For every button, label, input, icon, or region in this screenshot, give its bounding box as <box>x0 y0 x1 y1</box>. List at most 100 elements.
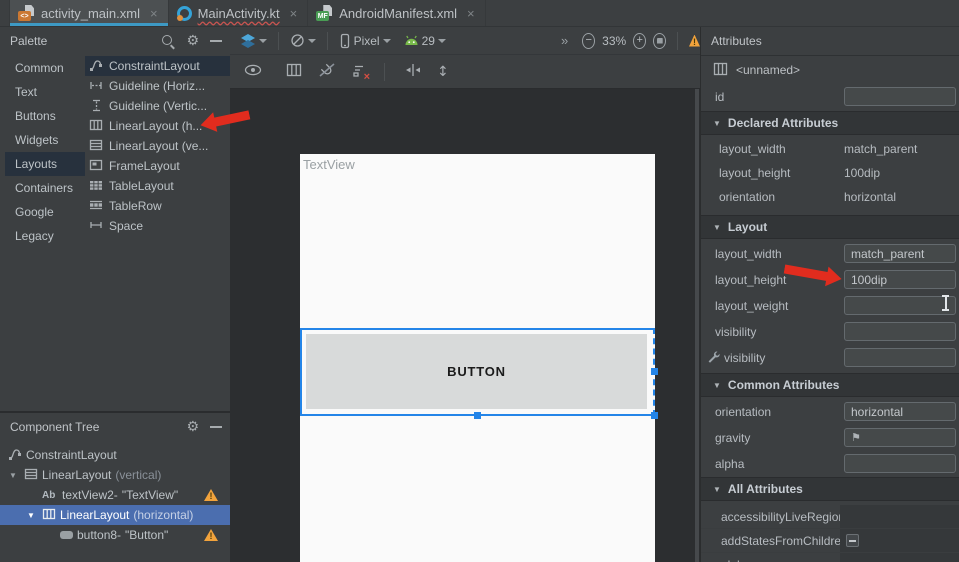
chevron-down-icon <box>438 39 446 43</box>
layout-weight-input[interactable] <box>844 296 956 315</box>
tree-node-linearlayout-horizontal[interactable]: ▼ LinearLayout(horizontal) <box>0 505 230 525</box>
attr-row: alpha <box>701 451 959 477</box>
tree-node-textview2[interactable]: Ab textView2- "TextView" ! <box>0 485 230 505</box>
palette-category-legacy[interactable]: Legacy <box>5 224 85 248</box>
api-selector[interactable]: 29 <box>404 34 446 48</box>
palette-item-space[interactable]: Space <box>85 216 230 236</box>
hide-panel-icon[interactable] <box>210 426 222 428</box>
close-icon[interactable]: × <box>290 6 298 21</box>
palette-category-widgets[interactable]: Widgets <box>5 128 85 152</box>
close-icon[interactable]: × <box>150 6 158 21</box>
attr-value[interactable]: 100dip <box>844 166 880 180</box>
chevron-expanded-icon[interactable]: ▼ <box>6 471 20 480</box>
section-declared-attributes[interactable]: ▼ Declared Attributes <box>701 111 959 135</box>
palette-category-text[interactable]: Text <box>5 80 85 104</box>
canvas-button[interactable]: BUTTON <box>306 334 647 409</box>
tools-visibility-input[interactable] <box>844 348 956 367</box>
palette-category-buttons[interactable]: Buttons <box>5 104 85 128</box>
view-options-eye-icon[interactable] <box>244 64 262 79</box>
device-label: Pixel <box>354 34 380 48</box>
attr-row: layout_width match_parent <box>701 137 959 161</box>
autoconnect-off-icon[interactable] <box>318 62 336 81</box>
section-layout[interactable]: ▼ Layout <box>701 215 959 239</box>
selected-linearlayout-bounds[interactable]: BUTTON <box>300 328 655 416</box>
alpha-value[interactable] <box>840 553 959 562</box>
orientation-columns-icon[interactable] <box>286 63 302 80</box>
close-icon[interactable]: × <box>467 6 475 21</box>
palette-item-tablelayout[interactable]: TableLayout <box>85 176 230 196</box>
warning-icon[interactable]: ! <box>204 489 218 501</box>
device-canvas[interactable]: TextView BUTTON <box>300 154 655 562</box>
gravity-input[interactable]: ⚑ <box>844 428 956 447</box>
palette-item-linearlayout-vertical[interactable]: LinearLayout (ve... <box>85 136 230 156</box>
design-toolbar: Pixel 29 » − 33% + ! <box>230 27 700 55</box>
expand-vertical-icon[interactable]: ↕ <box>437 64 449 80</box>
resize-handle-bottom-right[interactable] <box>651 412 658 419</box>
visibility-input[interactable] <box>844 322 956 341</box>
pack-horizontal-icon[interactable] <box>405 63 421 80</box>
resize-handle-bottom[interactable] <box>474 412 481 419</box>
orientation-input[interactable]: horizontal <box>844 402 956 421</box>
tab-androidmanifest-xml[interactable]: MF AndroidManifest.xml × <box>308 0 485 26</box>
palette-item-tablerow[interactable]: TableRow <box>85 196 230 216</box>
design-surface: TextView BUTTON <box>230 89 700 562</box>
accessibilityliveregion-value[interactable] <box>840 505 959 529</box>
checkbox-indeterminate[interactable] <box>846 534 859 547</box>
canvas-textview[interactable]: TextView <box>303 157 355 172</box>
palette-item-constraintlayout[interactable]: ConstraintLayout <box>85 56 230 76</box>
text-cursor-pointer <box>941 295 950 311</box>
orientation-selector[interactable] <box>290 33 316 48</box>
attr-row: addStatesFromChildren <box>701 529 959 553</box>
section-all-attributes[interactable]: ▼ All Attributes <box>701 477 959 501</box>
id-input[interactable] <box>844 87 956 106</box>
hide-panel-icon[interactable] <box>210 40 222 42</box>
attributes-title: Attributes <box>711 34 762 48</box>
palette-item-guideline-horizontal[interactable]: Guideline (Horiz... <box>85 76 230 96</box>
palette-category-google[interactable]: Google <box>5 200 85 224</box>
layout-height-input[interactable]: 100dip <box>844 270 956 289</box>
warnings-panel-icon[interactable]: ! <box>689 35 700 47</box>
attributes-header: Attributes <box>701 27 959 56</box>
palette-categories: Common Text Buttons Widgets Layouts Cont… <box>5 56 85 248</box>
chevron-expanded-icon[interactable]: ▼ <box>24 511 38 520</box>
tree-node-constraintlayout[interactable]: ConstraintLayout <box>0 445 230 465</box>
alpha-input[interactable] <box>844 454 956 473</box>
tab-activity-main-xml[interactable]: <> activity_main.xml × <box>9 0 169 26</box>
zoom-in-button[interactable]: + <box>633 33 646 49</box>
wrench-icon <box>707 350 720 366</box>
palette-category-layouts[interactable]: Layouts <box>5 152 85 176</box>
zoom-out-button[interactable]: − <box>582 33 595 49</box>
device-selector[interactable]: Pixel <box>339 33 391 49</box>
component-tree-panel: Component Tree ⚙ ConstraintLayout ▼ Line… <box>0 412 230 562</box>
layout-width-input[interactable]: match_parent <box>844 244 956 263</box>
attr-row: layout_width match_parent <box>701 241 959 267</box>
surface-scrollbar[interactable] <box>695 89 699 562</box>
zoom-to-fit-button[interactable] <box>653 33 666 49</box>
android-icon <box>404 35 419 46</box>
attr-value[interactable]: horizontal <box>844 190 896 204</box>
section-common-attributes[interactable]: ▼ Common Attributes <box>701 373 959 397</box>
framelayout-icon <box>89 158 103 175</box>
clear-constraints-icon[interactable]: × <box>352 64 366 80</box>
flag-icon[interactable]: ⚑ <box>851 431 861 444</box>
resize-handle-right[interactable] <box>651 368 658 375</box>
gear-icon[interactable]: ⚙ <box>186 420 199 434</box>
linearlayout-vertical-icon <box>89 138 103 155</box>
tree-node-linearlayout-vertical[interactable]: ▼ LinearLayout(vertical) <box>0 465 230 485</box>
tree-node-button8[interactable]: button8- "Button" ! <box>0 525 230 545</box>
component-tree-title: Component Tree <box>10 420 99 434</box>
palette-category-containers[interactable]: Containers <box>5 176 85 200</box>
attr-row: alpha <box>701 553 959 562</box>
design-surface-selector[interactable] <box>240 33 267 49</box>
search-icon[interactable] <box>162 35 175 48</box>
palette-item-framelayout[interactable]: FrameLayout <box>85 156 230 176</box>
kotlin-file-icon <box>177 6 192 21</box>
more-actions-icon[interactable]: » <box>561 33 569 48</box>
attr-value[interactable]: match_parent <box>844 142 917 156</box>
addstatesfromchildren-value[interactable] <box>840 529 959 553</box>
tab-mainactivity-kt[interactable]: MainActivity.kt × <box>169 0 309 26</box>
gear-icon[interactable]: ⚙ <box>186 34 199 48</box>
warning-icon[interactable]: ! <box>204 529 218 541</box>
component-tree-header: Component Tree ⚙ <box>0 413 230 441</box>
palette-category-common[interactable]: Common <box>5 56 85 80</box>
